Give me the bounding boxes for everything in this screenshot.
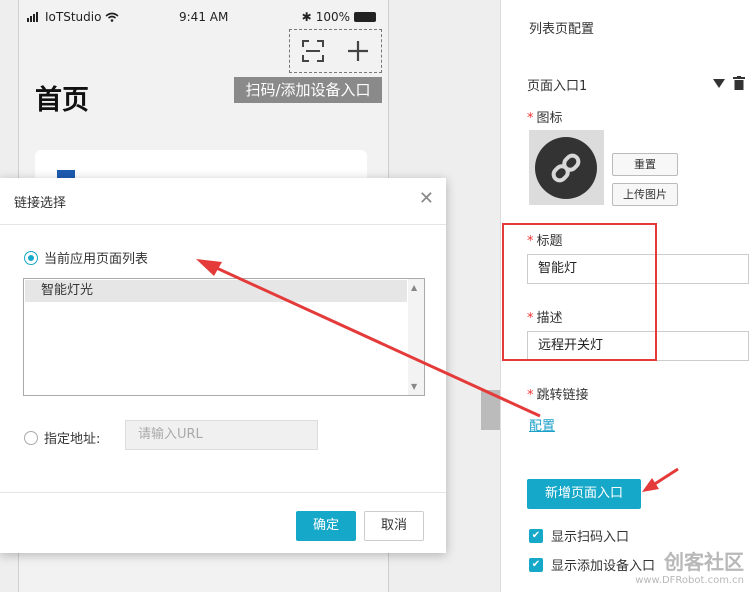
watermark-name: 创客社区 [664,550,744,574]
watermark: 创客社区 www.DFRobot.com.cn [635,546,744,586]
arrow-head [642,478,659,492]
annotation-arrows [196,259,679,492]
watermark-url: www.DFRobot.com.cn [635,575,744,586]
arrow-to-list-option [209,263,541,418]
arrow-head [196,259,222,276]
